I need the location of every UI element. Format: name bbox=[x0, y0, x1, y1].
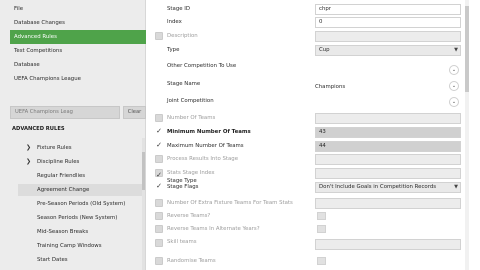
left-menu-panel: File Database Changes Advanced Rules Tes… bbox=[0, 0, 146, 270]
index-label: Index bbox=[167, 19, 182, 25]
checkmark-icon: ✓ bbox=[156, 127, 162, 135]
reverse-teams-toggle[interactable] bbox=[317, 212, 326, 220]
number-of-teams-checkbox[interactable] bbox=[155, 114, 163, 122]
menu-item-database[interactable]: Database bbox=[10, 58, 146, 72]
rule-item-training-camp-windows[interactable]: Training Camp Windows bbox=[18, 240, 142, 252]
filter-row: UEFA Champions Leag Clear bbox=[10, 106, 146, 120]
advanced-rules-heading: ADVANCED RULES bbox=[12, 126, 65, 132]
rule-item-pre-season-periods[interactable]: Pre-Season Periods (Old System) bbox=[18, 198, 142, 210]
reverse-alternate-checkbox[interactable] bbox=[155, 225, 163, 233]
min-teams-field[interactable]: 43 bbox=[315, 127, 461, 138]
max-teams-checkbox[interactable]: ✓ bbox=[155, 141, 163, 149]
skill-teams-label: Skill teams bbox=[167, 239, 197, 245]
chevron-right-icon[interactable]: ❯ bbox=[26, 156, 31, 168]
type-select[interactable]: Cup ▼ bbox=[315, 45, 461, 56]
chevron-down-icon[interactable]: ▼ bbox=[454, 46, 458, 55]
reverse-teams-checkbox[interactable] bbox=[155, 212, 163, 220]
chevron-right-icon[interactable]: ❯ bbox=[26, 142, 31, 154]
chevron-down-icon: ⌄ bbox=[451, 99, 457, 105]
rule-item-label: Season Periods (New System) bbox=[37, 215, 118, 221]
left-scrollbar-thumb[interactable] bbox=[142, 152, 145, 190]
rule-item-mid-season-breaks[interactable]: Mid-Season Breaks bbox=[18, 226, 142, 238]
stage-name-dropdown[interactable]: ⌄ bbox=[449, 81, 459, 91]
checkmark-icon: ✓ bbox=[156, 141, 162, 149]
filter-input[interactable]: UEFA Champions Leag bbox=[10, 106, 120, 119]
stage-flags-label: Stage Flags bbox=[167, 184, 199, 190]
process-results-field[interactable] bbox=[315, 154, 461, 165]
number-of-teams-label: Number Of Teams bbox=[167, 115, 216, 121]
rule-item-label: Regular Friendlies bbox=[37, 173, 86, 179]
right-scrollbar-thumb[interactable] bbox=[465, 6, 469, 92]
process-results-checkbox[interactable] bbox=[155, 155, 163, 163]
index-field[interactable]: 0 bbox=[315, 17, 461, 28]
stage-id-field[interactable]: chpr bbox=[315, 4, 461, 15]
rule-item-label: Fixture Rules bbox=[37, 145, 72, 151]
stage-flags-value: Don't Include Goals in Competition Recor… bbox=[319, 184, 437, 190]
stats-stage-field[interactable] bbox=[315, 168, 461, 179]
window-edge bbox=[470, 0, 480, 270]
rule-item-fixture-rules[interactable]: ❯ Fixture Rules bbox=[18, 142, 142, 154]
extra-fixture-label: Number Of Extra Fixture Teams For Team S… bbox=[167, 200, 293, 206]
checkmark-icon: ✓ bbox=[156, 171, 162, 179]
min-teams-checkbox[interactable]: ✓ bbox=[155, 127, 163, 135]
rule-item-regular-friendlies[interactable]: Regular Friendlies bbox=[18, 170, 142, 182]
stage-flags-checkbox[interactable]: ✓ bbox=[155, 182, 163, 190]
rule-item-label: Pre-Season Periods (Old System) bbox=[37, 201, 126, 207]
max-teams-label: Maximum Number Of Teams bbox=[167, 143, 244, 149]
extra-fixture-checkbox[interactable] bbox=[155, 199, 163, 207]
randomise-toggle[interactable] bbox=[317, 257, 326, 265]
menu-item-advanced-rules[interactable]: Advanced Rules bbox=[10, 30, 146, 44]
rule-item-agreement-change[interactable]: Agreement Change bbox=[18, 184, 142, 196]
menu-item-uefa-champions-league[interactable]: UEFA Champions League bbox=[10, 72, 146, 86]
rule-item-label: Discipline Rules bbox=[37, 159, 80, 165]
reverse-alternate-label: Reverse Teams In Alternate Years? bbox=[167, 226, 260, 232]
skill-teams-field[interactable] bbox=[315, 239, 461, 250]
stage-name-label: Stage Name bbox=[167, 81, 201, 87]
rule-item-season-periods[interactable]: Season Periods (New System) bbox=[18, 212, 142, 224]
checkmark-icon: ✓ bbox=[156, 182, 162, 190]
rule-item-label: Start Dates bbox=[37, 257, 68, 263]
max-teams-field[interactable]: 44 bbox=[315, 141, 461, 152]
stage-id-label: Stage ID bbox=[167, 6, 191, 12]
clear-button[interactable]: Clear bbox=[123, 106, 146, 119]
menu-item-database-changes[interactable]: Database Changes bbox=[10, 16, 146, 30]
menu-item-test-competitions[interactable]: Test Competitions bbox=[10, 44, 146, 58]
description-field[interactable] bbox=[315, 31, 461, 42]
description-label: Description bbox=[167, 33, 198, 39]
description-checkbox[interactable] bbox=[155, 32, 163, 40]
other-competition-dropdown[interactable]: ⌄ bbox=[449, 65, 459, 75]
other-competition-label: Other Competition To Use bbox=[167, 63, 237, 69]
randomise-label: Randomise Teams bbox=[167, 258, 216, 264]
menu-item-file[interactable]: File bbox=[10, 2, 146, 16]
chevron-down-icon: ⌄ bbox=[451, 83, 457, 89]
type-value: Cup bbox=[319, 47, 330, 53]
extra-fixture-field[interactable] bbox=[315, 198, 461, 209]
process-results-label: Process Results Into Stage bbox=[167, 156, 239, 162]
rule-item-discipline-rules[interactable]: ❯ Discipline Rules bbox=[18, 156, 142, 168]
rule-item-label: Agreement Change bbox=[37, 187, 90, 193]
chevron-down-icon: ⌄ bbox=[451, 67, 457, 73]
randomise-checkbox[interactable] bbox=[155, 257, 163, 265]
joint-competition-dropdown[interactable]: ⌄ bbox=[449, 97, 459, 107]
rule-item-label: Training Camp Windows bbox=[37, 243, 102, 249]
reverse-alternate-toggle[interactable] bbox=[317, 225, 326, 233]
type-label: Type bbox=[167, 47, 180, 53]
rule-item-label: Mid-Season Breaks bbox=[37, 229, 89, 235]
chevron-down-icon[interactable]: ▼ bbox=[454, 183, 458, 192]
stage-name-value: Champions bbox=[315, 84, 346, 90]
stage-type-checkbox[interactable]: ✓ bbox=[155, 171, 163, 179]
skill-teams-checkbox[interactable] bbox=[155, 239, 163, 247]
rule-item-start-dates[interactable]: Start Dates bbox=[18, 254, 142, 266]
min-teams-label: Minimum Number Of Teams bbox=[167, 129, 251, 135]
stage-flags-select[interactable]: Don't Include Goals in Competition Recor… bbox=[315, 182, 461, 193]
joint-competition-label: Joint Competition bbox=[167, 98, 214, 104]
number-of-teams-field[interactable] bbox=[315, 113, 461, 124]
reverse-teams-label: Reverse Teams? bbox=[167, 213, 211, 219]
